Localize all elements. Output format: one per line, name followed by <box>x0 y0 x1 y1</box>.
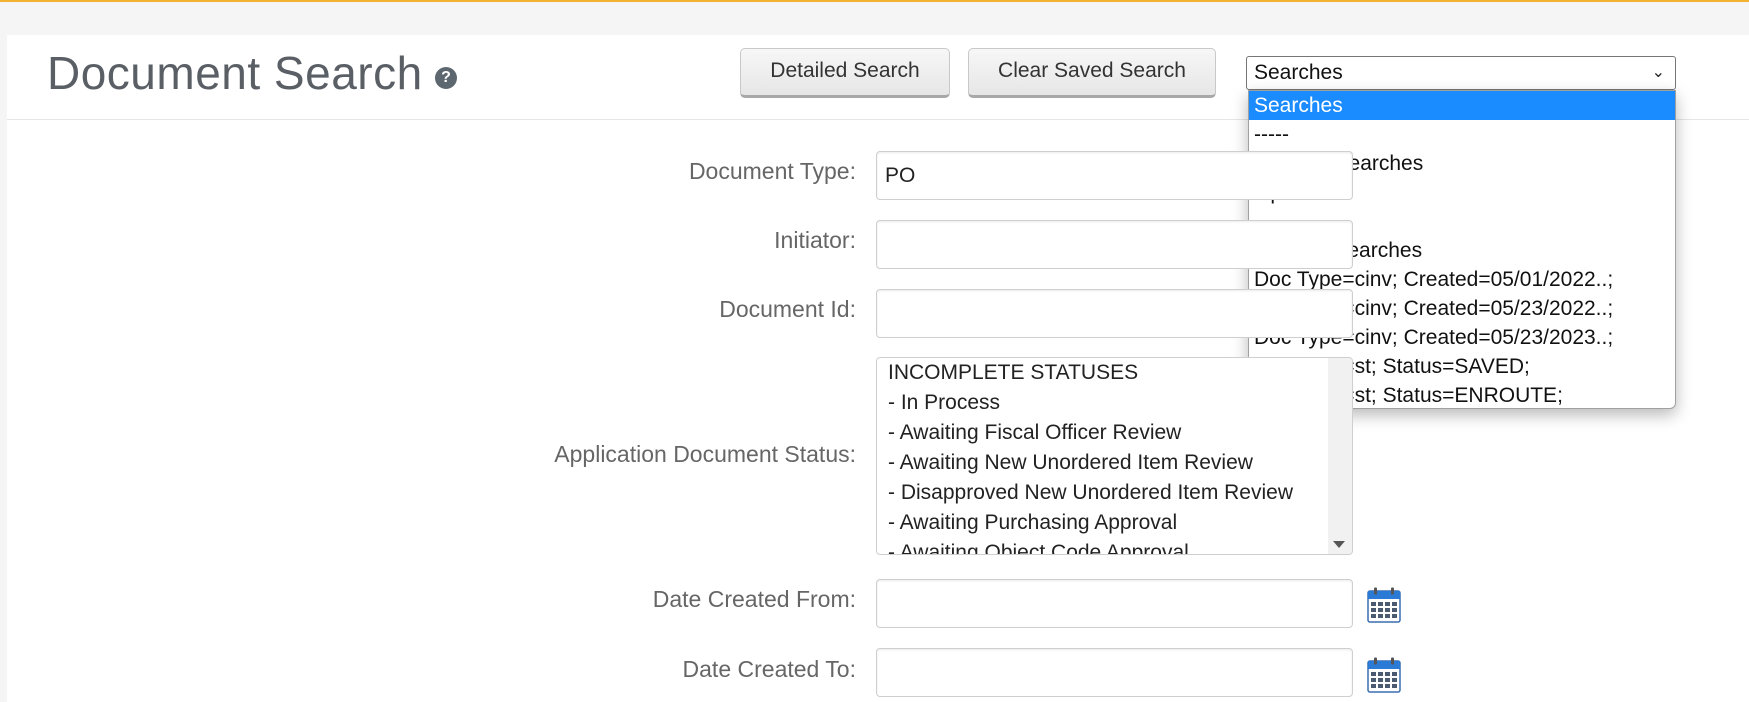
saved-searches-select[interactable]: Searches ⌄ <box>1246 56 1676 90</box>
chevron-down-icon: ⌄ <box>1651 64 1665 81</box>
document-type-input[interactable]: PO <box>876 151 1353 200</box>
date-created-from-input[interactable] <box>876 579 1353 628</box>
document-type-label: Document Type: <box>688 158 856 184</box>
list-item[interactable]: - Awaiting Object Code Approval <box>877 538 1352 554</box>
detailed-search-button[interactable]: Detailed Search <box>740 48 950 98</box>
date-created-from-label: Date Created From: <box>652 586 856 612</box>
initiator-input[interactable] <box>876 220 1353 269</box>
calendar-icon[interactable] <box>1367 587 1401 623</box>
list-item[interactable]: - In Process <box>877 388 1352 418</box>
top-accent-border <box>0 0 1749 2</box>
page-title: Document Search <box>47 47 423 99</box>
date-created-to-label: Date Created To: <box>682 656 856 682</box>
document-id-label: Document Id: <box>719 296 856 322</box>
clear-saved-search-button[interactable]: Clear Saved Search <box>968 48 1216 98</box>
question-circle-icon[interactable]: ? <box>435 67 457 89</box>
dropdown-option[interactable]: Searches <box>1249 91 1675 120</box>
listbox-scrollbar[interactable] <box>1328 358 1352 554</box>
scroll-down-arrow-icon[interactable] <box>1333 541 1345 548</box>
calendar-icon[interactable] <box>1367 657 1401 693</box>
list-item[interactable]: - Awaiting Fiscal Officer Review <box>877 418 1352 448</box>
document-id-input[interactable] <box>876 289 1353 338</box>
list-item[interactable]: - Disapproved New Unordered Item Review <box>877 478 1352 508</box>
dropdown-option[interactable]: ----- <box>1249 120 1675 149</box>
application-document-status-listbox[interactable]: INCOMPLETE STATUSES - In Process - Await… <box>876 357 1353 555</box>
date-created-to-input[interactable] <box>876 648 1353 697</box>
saved-searches-select-value: Searches <box>1254 61 1343 84</box>
application-document-status-label: Application Document Status: <box>554 441 856 467</box>
list-item[interactable]: - Awaiting New Unordered Item Review <box>877 448 1352 478</box>
list-item[interactable]: - Awaiting Purchasing Approval <box>877 508 1352 538</box>
initiator-label: Initiator: <box>774 227 856 253</box>
list-item[interactable]: INCOMPLETE STATUSES <box>877 358 1352 388</box>
